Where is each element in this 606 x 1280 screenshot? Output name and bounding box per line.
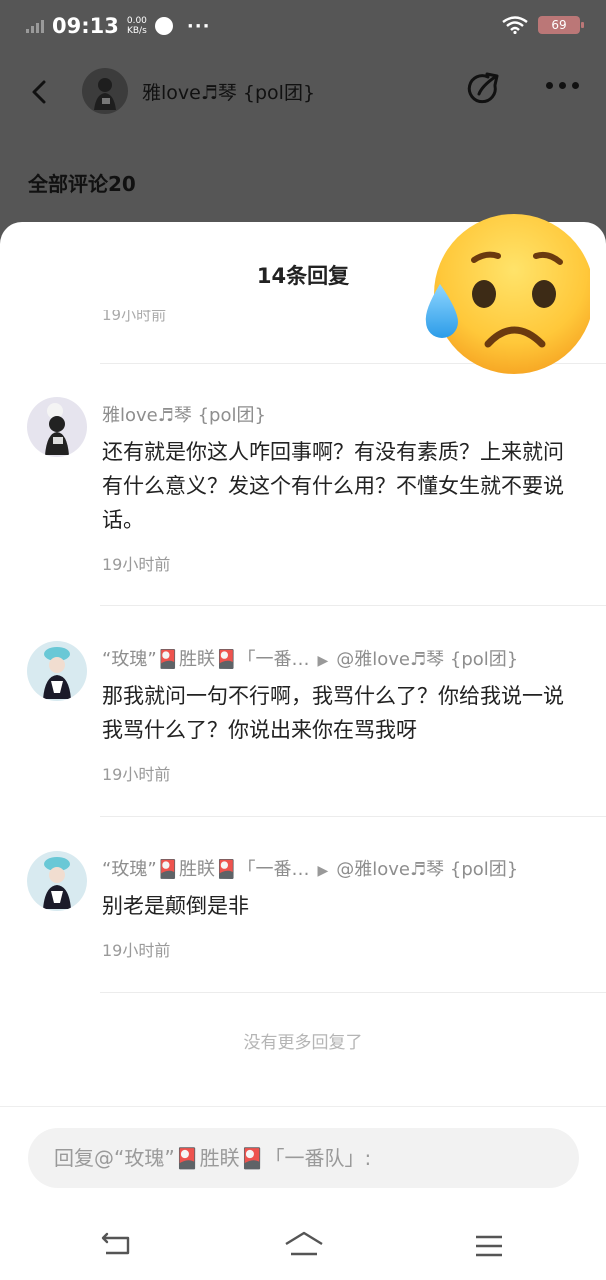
- avatar-figure-icon: [43, 857, 71, 909]
- avatar[interactable]: [27, 641, 87, 701]
- reply-author[interactable]: “玫瑰”🎴胜眹🎴「一番…: [102, 649, 309, 670]
- nav-title: 雅love♬琴 {pol团}: [142, 82, 316, 104]
- reply-arrow-icon: ▶: [317, 863, 329, 879]
- net-speed-unit: KB/s: [126, 26, 147, 36]
- nav-avatar[interactable]: [82, 68, 128, 114]
- more-dots-icon[interactable]: [546, 82, 586, 94]
- system-home-icon[interactable]: [284, 1230, 324, 1258]
- status-right: 69: [502, 16, 584, 34]
- status-left: 09:13 0.00 KB/s ···: [26, 14, 210, 38]
- back-arrow-icon[interactable]: [26, 78, 54, 106]
- notification-icon: [154, 17, 173, 35]
- reply-to[interactable]: @雅love♬琴 {pol团}: [336, 859, 518, 880]
- clipped-timestamp: 19小时前: [102, 310, 167, 324]
- all-comments-label: 全部评论20: [28, 172, 136, 196]
- sad-sweat-emoji: [425, 214, 590, 374]
- reply-text: 还有就是你这人咋回事啊？有没有素质？上来就问有什么意义？发这个有什么用？不懂女生…: [102, 440, 564, 532]
- reply-author-line: “玫瑰”🎴胜眹🎴「一番… ▶ @雅love♬琴 {pol团}: [102, 855, 518, 881]
- share-icon[interactable]: [466, 72, 502, 108]
- status-more-icon: ···: [186, 15, 211, 37]
- status-bar: 09:13 0.00 KB/s ··· 69: [0, 0, 606, 56]
- no-more-replies: 没有更多回复了: [243, 1033, 363, 1053]
- reply-author[interactable]: 雅love♬琴 {pol团}: [102, 401, 266, 427]
- avatar[interactable]: [27, 851, 87, 911]
- reply-author[interactable]: “玫瑰”🎴胜眹🎴「一番…: [102, 859, 309, 880]
- reply-text: 那我就问一句不行啊，我骂什么了？你给我说一说我骂什么了？你说出来你在骂我呀: [102, 684, 564, 742]
- reply-to[interactable]: @雅love♬琴 {pol团}: [336, 649, 518, 670]
- reply-item[interactable]: “玫瑰”🎴胜眹🎴「一番… ▶ @雅love♬琴 {pol团} 那我就问一句不行啊，我…: [0, 641, 606, 791]
- status-time: 09:13: [52, 14, 119, 38]
- reply-input[interactable]: 回复@“玫瑰”🎴胜眹🎴「一番队」:: [28, 1128, 579, 1188]
- battery-icon: 69: [538, 16, 584, 34]
- reply-arrow-icon: ▶: [317, 653, 329, 669]
- avatar-figure-icon: [45, 403, 69, 455]
- reply-item[interactable]: “玫瑰”🎴胜眹🎴「一番… ▶ @雅love♬琴 {pol团} 别老是颠倒是非 19小…: [0, 851, 606, 971]
- reply-time: 19小时前: [102, 941, 171, 960]
- reply-author-line: “玫瑰”🎴胜眹🎴「一番… ▶ @雅love♬琴 {pol团}: [102, 645, 518, 671]
- divider: [100, 816, 606, 817]
- avatar-figure-icon: [94, 78, 116, 110]
- divider: [100, 605, 606, 606]
- system-nav-bar: [0, 1222, 606, 1280]
- reply-text: 别老是颠倒是非: [102, 894, 249, 918]
- background-page: 09:13 0.00 KB/s ··· 69 雅love♬琴 {pol团} 全部…: [0, 0, 606, 240]
- divider: [100, 992, 606, 993]
- replies-sheet: 14条回复 19小时前 雅love♬琴 {pol团} 还有就是你这人咋回事啊？有…: [0, 222, 606, 1280]
- top-nav: 雅love♬琴 {pol团}: [0, 60, 606, 124]
- avatar-figure-icon: [43, 647, 71, 699]
- reply-time: 19小时前: [102, 765, 171, 784]
- signal-icon: [26, 19, 44, 33]
- reply-item[interactable]: 雅love♬琴 {pol团} 还有就是你这人咋回事啊？有没有素质？上来就问有什么…: [0, 397, 606, 587]
- avatar[interactable]: [27, 397, 87, 457]
- divider: [0, 1106, 606, 1107]
- net-speed: 0.00 KB/s: [127, 16, 147, 36]
- net-speed-value: 0.00: [126, 16, 147, 26]
- reply-time: 19小时前: [102, 555, 171, 574]
- wifi-icon: [502, 16, 528, 34]
- system-back-icon[interactable]: [100, 1232, 132, 1258]
- system-menu-icon[interactable]: [474, 1234, 504, 1258]
